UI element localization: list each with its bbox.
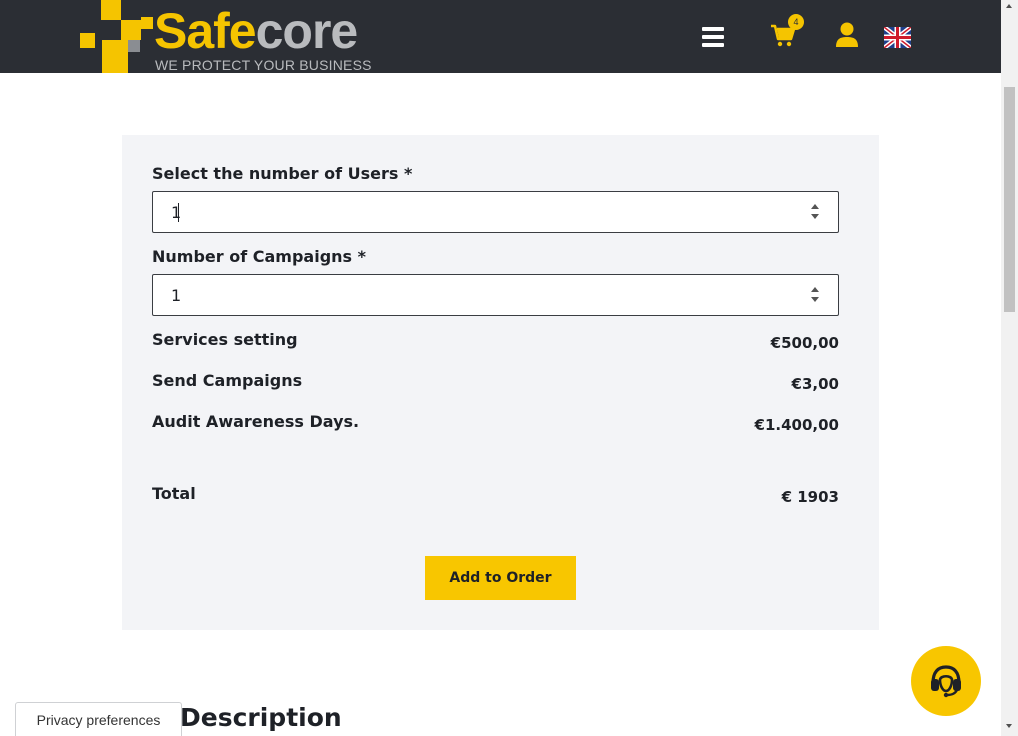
add-to-order-button[interactable]: Add to Order bbox=[425, 556, 576, 600]
cart-count-badge: 4 bbox=[788, 14, 804, 30]
campaigns-field-label: Number of Campaigns * bbox=[152, 247, 366, 266]
logo-wordmark-safe: Safe bbox=[154, 3, 257, 59]
price-row-label: Services setting bbox=[152, 330, 298, 349]
users-input-value: 1 bbox=[171, 203, 182, 222]
hamburger-menu-icon[interactable] bbox=[702, 27, 724, 47]
support-chat-button[interactable] bbox=[911, 646, 981, 716]
campaigns-number-input[interactable]: 1 bbox=[152, 274, 839, 316]
logo-square bbox=[128, 40, 140, 52]
spinner-down-icon[interactable] bbox=[811, 214, 819, 219]
safecore-logo[interactable]: Safecore WE PROTECT YOUR BUSINESS bbox=[80, 0, 380, 73]
logo-square bbox=[121, 20, 141, 40]
users-field-label: Select the number of Users * bbox=[152, 164, 413, 183]
scroll-down-arrow-icon[interactable] bbox=[1006, 724, 1012, 728]
logo-square bbox=[80, 33, 95, 48]
users-spinner[interactable] bbox=[808, 202, 822, 222]
text-caret bbox=[178, 203, 179, 222]
total-label: Total bbox=[152, 484, 196, 503]
spinner-down-icon[interactable] bbox=[811, 297, 819, 302]
description-heading: Description bbox=[180, 703, 342, 732]
campaigns-spinner[interactable] bbox=[808, 285, 822, 305]
page-scrollbar[interactable] bbox=[1001, 0, 1018, 736]
scroll-thumb[interactable] bbox=[1004, 87, 1015, 312]
price-row-value: €500,00 bbox=[770, 334, 839, 352]
price-row-value: €3,00 bbox=[791, 375, 839, 393]
spinner-up-icon[interactable] bbox=[811, 204, 819, 209]
logo-tagline: WE PROTECT YOUR BUSINESS bbox=[155, 57, 372, 73]
logo-square bbox=[101, 0, 121, 20]
price-row-value: €1.400,00 bbox=[754, 416, 839, 434]
total-value: € 1903 bbox=[781, 488, 839, 506]
logo-square bbox=[102, 40, 128, 73]
logo-wordmark: Safecore bbox=[154, 3, 359, 59]
site-header: Safecore WE PROTECT YOUR BUSINESS 4 bbox=[0, 0, 1001, 73]
logo-wordmark-core: core bbox=[255, 3, 359, 59]
logo-square bbox=[141, 17, 153, 29]
campaigns-input-value: 1 bbox=[171, 286, 182, 305]
price-row-label: Send Campaigns bbox=[152, 371, 303, 390]
uk-flag-icon[interactable] bbox=[884, 27, 911, 48]
spinner-up-icon[interactable] bbox=[811, 287, 819, 292]
scroll-up-arrow-icon[interactable] bbox=[1006, 4, 1012, 8]
users-number-input[interactable]: 1 bbox=[152, 191, 839, 233]
user-icon[interactable] bbox=[835, 22, 859, 48]
headset-support-icon bbox=[931, 665, 961, 698]
privacy-preferences-button[interactable]: Privacy preferences bbox=[15, 702, 182, 736]
order-configurator-card: Select the number of Users * 1 Number of… bbox=[122, 135, 879, 630]
price-row-label: Audit Awareness Days. bbox=[152, 412, 360, 431]
